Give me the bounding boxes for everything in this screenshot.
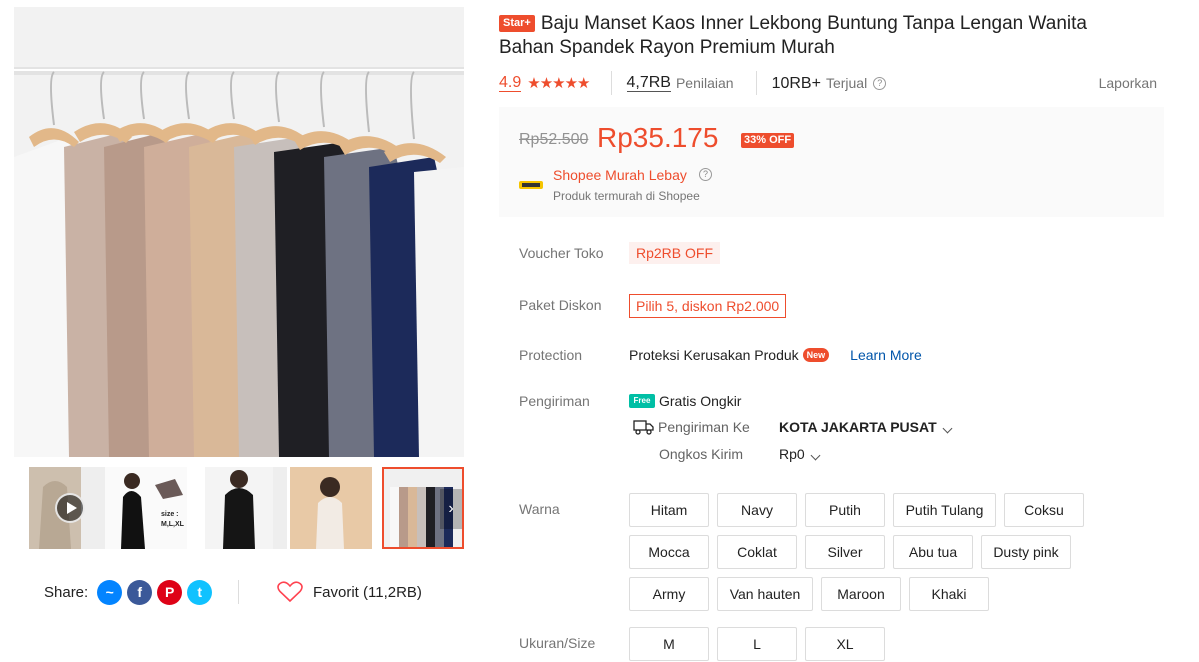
shop-program-name[interactable]: Shopee Murah Lebay [553,167,687,183]
chevron-right-icon[interactable]: › [440,489,462,529]
size-label: Ukuran/Size [519,635,596,651]
protection-label: Protection [519,347,583,363]
color-option[interactable]: Navy [717,493,797,527]
color-option[interactable]: Hitam [629,493,709,527]
thumbnail-size-label: size : [161,511,179,518]
shipping-destination-select[interactable]: KOTA JAKARTA PUSAT [779,419,953,435]
shop-logo-icon [519,181,543,189]
share-divider [238,580,239,604]
shipping-cost-select[interactable]: Rp0 [779,446,821,462]
color-option[interactable]: Dusty pink [981,535,1071,569]
thumbnail-5[interactable]: › [382,467,464,549]
share-row: Share: ~ f P t [44,578,213,606]
facebook-icon[interactable]: f [127,579,153,605]
color-option[interactable]: Army [629,577,709,611]
favorite-button[interactable]: Favorit (11,2RB) [277,578,422,606]
reviews-label: Penilaian [675,75,734,91]
star-plus-badge: Star+ [499,15,535,32]
sold-label: Terjual [825,75,868,91]
protection-value: Proteksi Kerusakan Produk [629,347,799,363]
new-badge: New [802,348,830,362]
help-icon[interactable]: ? [699,168,712,181]
voucher-label: Voucher Toko [519,245,604,261]
color-option[interactable]: Van hauten [717,577,813,611]
size-option[interactable]: L [717,627,797,661]
sold-count: 10RB+ [771,74,821,92]
thumbnail-2[interactable]: size : M,L,XL [105,467,187,549]
rating-stars-icon: ★★★★★ [527,75,590,92]
shipping-destination-value: KOTA JAKARTA PUSAT [779,419,937,435]
color-option[interactable]: Putih Tulang [893,493,996,527]
share-label: Share: [44,583,89,601]
color-option[interactable]: Coksu [1004,493,1084,527]
heart-icon [277,581,303,603]
help-icon[interactable]: ? [873,76,887,90]
chevron-down-icon [810,450,821,461]
original-price: Rp52.500 [519,131,589,148]
color-option[interactable]: Khaki [909,577,989,611]
price-section: Rp52.500 Rp35.175 33% OFF Shopee Murah L… [499,107,1164,217]
learn-more-link[interactable]: Learn More [850,347,922,363]
thumbnail-3[interactable] [205,467,287,549]
stats-divider [755,71,757,95]
favorite-label: Favorit (11,2RB) [313,583,422,601]
free-shipping-row: Free Gratis Ongkir [629,393,741,409]
color-label: Warna [519,501,560,517]
chevron-down-icon [942,423,953,434]
shipping-to-row: Pengiriman Ke KOTA JAKARTA PUSAT [633,419,953,435]
shipping-label: Pengiriman [519,393,590,409]
product-title: Star+ Baju Manset Kaos Inner Lekbong Bunt… [499,12,1139,60]
reviews-count[interactable]: 4,7RB [626,74,671,92]
thumbnail-size-values: M,L,XL [161,521,184,528]
shipping-cost-row: Ongkos Kirim Rp0 [659,446,821,462]
color-option[interactable]: Abu tua [893,535,973,569]
shipping-cost-label: Ongkos Kirim [659,446,744,462]
protection-row: Proteksi Kerusakan Produk New Learn More [629,347,922,363]
voucher-chip[interactable]: Rp2RB OFF [629,242,721,264]
color-option[interactable]: Putih [805,493,885,527]
thumbnail-strip: size : M,L,XL › [29,467,464,549]
color-option[interactable]: Maroon [821,577,901,611]
discount-badge: 33% OFF [741,133,795,148]
color-option[interactable]: Silver [805,535,885,569]
paket-diskon-chip[interactable]: Pilih 5, diskon Rp2.000 [629,294,787,318]
product-main-image[interactable] [14,7,464,457]
free-shipping-text: Gratis Ongkir [659,393,742,409]
rating-value[interactable]: 4.9 [499,74,522,92]
shipping-cost-value: Rp0 [779,446,805,462]
shipping-to-label: Pengiriman Ke [658,419,750,435]
messenger-icon[interactable]: ~ [97,579,123,605]
report-link[interactable]: Laporkan [1099,75,1157,91]
product-title-text: Baju Manset Kaos Inner Lekbong Buntung T… [499,13,1087,58]
free-shipping-icon: Free [629,394,655,408]
color-option[interactable]: Coklat [717,535,797,569]
product-stats: 4.9 ★★★★★ 4,7RB Penilaian 10RB+ Terjual … [499,70,1164,96]
truck-icon [633,420,654,435]
size-option[interactable]: XL [805,627,885,661]
thumbnail-video[interactable] [29,467,111,549]
shop-program-subtitle: Produk termurah di Shopee [553,189,700,203]
play-icon[interactable] [55,493,85,523]
current-price: Rp35.175 [597,122,719,153]
size-option[interactable]: M [629,627,709,661]
color-option[interactable]: Mocca [629,535,709,569]
pinterest-icon[interactable]: P [157,579,183,605]
twitter-icon[interactable]: t [187,579,213,605]
paket-label: Paket Diskon [519,297,602,313]
thumbnail-4[interactable] [290,467,372,549]
stats-divider [610,71,612,95]
